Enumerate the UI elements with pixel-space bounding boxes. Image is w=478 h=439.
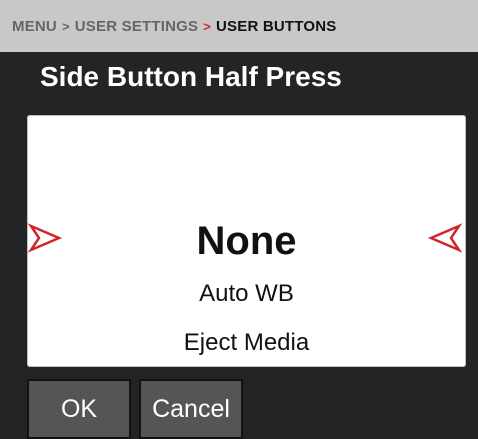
breadcrumb-separator: > bbox=[61, 18, 70, 34]
selected-option[interactable]: None bbox=[27, 218, 466, 264]
breadcrumb-item-user-buttons: USER BUTTONS bbox=[216, 17, 337, 35]
option-auto-wb[interactable]: Auto WB bbox=[27, 279, 466, 309]
ok-button[interactable]: OK bbox=[27, 379, 131, 439]
breadcrumb-separator-active: > bbox=[203, 18, 212, 34]
breadcrumb-item-user-settings[interactable]: USER SETTINGS bbox=[75, 18, 198, 35]
breadcrumb-item-menu[interactable]: MENU bbox=[12, 18, 57, 35]
cancel-button[interactable]: Cancel bbox=[139, 379, 243, 439]
breadcrumb: MENU > USER SETTINGS > USER BUTTONS bbox=[0, 0, 478, 52]
page-title: Side Button Half Press bbox=[40, 61, 342, 92]
option-eject-media[interactable]: Eject Media bbox=[27, 328, 466, 358]
